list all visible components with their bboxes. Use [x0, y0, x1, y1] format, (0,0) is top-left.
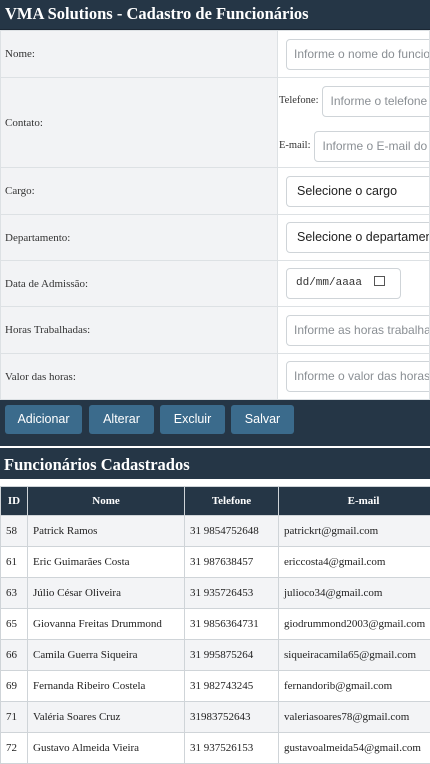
hour-value-input[interactable]: Informe o valor das horas trabalhadas — [286, 361, 430, 392]
column-header-id[interactable]: ID — [1, 487, 28, 516]
cell-name: Giovanna Freitas Drummond — [28, 609, 185, 640]
admission-date-label: Data de Admissão: — [1, 261, 278, 307]
column-header-phone[interactable]: Telefone — [185, 487, 279, 516]
cell-email: valeriasoares78@gmail.com — [279, 702, 430, 733]
cell-name: Júlio César Oliveira — [28, 578, 185, 609]
cell-phone: 31 995875264 — [185, 640, 279, 671]
column-header-name[interactable]: Nome — [28, 487, 185, 516]
column-header-email[interactable]: E-mail — [279, 487, 430, 516]
cell-phone: 31 9856364731 — [185, 609, 279, 640]
cell-name: Patrick Ramos — [28, 516, 185, 547]
cell-email: siqueiracamila65@gmail.com — [279, 640, 430, 671]
cell-id: 63 — [1, 578, 28, 609]
save-button[interactable]: Salvar — [231, 405, 294, 434]
cell-email: fernandorib@gmail.com — [279, 671, 430, 702]
email-input[interactable]: Informe o E-mail do funcionário — [314, 131, 430, 162]
page-title: VMA Solutions - Cadastro de Funcionários — [0, 0, 430, 30]
employee-form: Nome: Informe o nome do funcionário Cont… — [0, 30, 430, 400]
contact-label: Contato: — [1, 78, 278, 168]
phone-input[interactable]: Informe o telefone — [322, 86, 430, 117]
add-button[interactable]: Adicionar — [5, 405, 82, 434]
table-row[interactable]: 65Giovanna Freitas Drummond31 9856364731… — [1, 609, 430, 640]
cell-name: Fernanda Ribeiro Costela — [28, 671, 185, 702]
cell-name: Eric Guimarães Costa — [28, 547, 185, 578]
name-label: Nome: — [1, 31, 278, 78]
cell-id: 65 — [1, 609, 28, 640]
cell-phone: 31 982743245 — [185, 671, 279, 702]
hours-input[interactable]: Informe as horas trabalhadas — [286, 315, 430, 346]
cell-email: gustavoalmeida54@gmail.com — [279, 733, 430, 764]
cell-email: patrickrt@gmail.com — [279, 516, 430, 547]
table-row[interactable]: 71Valéria Soares Cruz31983752643valerias… — [1, 702, 430, 733]
cell-phone: 31 935726453 — [185, 578, 279, 609]
role-label: Cargo: — [1, 168, 278, 215]
table-row[interactable]: 61Eric Guimarães Costa31 987638457ericco… — [1, 547, 430, 578]
cell-name: Camila Guerra Siqueira — [28, 640, 185, 671]
cell-name: Gustavo Almeida Vieira — [28, 733, 185, 764]
cell-phone: 31 937526153 — [185, 733, 279, 764]
cell-id: 69 — [1, 671, 28, 702]
list-title: Funcionários Cadastrados — [0, 446, 430, 479]
cell-email: julioco34@gmail.com — [279, 578, 430, 609]
delete-button[interactable]: Excluir — [160, 405, 225, 434]
calendar-icon[interactable] — [374, 276, 385, 286]
action-toolbar: Adicionar Alterar Excluir Salvar — [0, 400, 430, 446]
cell-phone: 31 987638457 — [185, 547, 279, 578]
cell-id: 71 — [1, 702, 28, 733]
cell-phone: 31 9854752648 — [185, 516, 279, 547]
cell-name: Valéria Soares Cruz — [28, 702, 185, 733]
department-select[interactable]: Selecione o departamento — [286, 222, 430, 253]
cell-id: 58 — [1, 516, 28, 547]
employee-table: ID Nome Telefone E-mail 58Patrick Ramos3… — [0, 486, 430, 764]
department-label: Departamento: — [1, 215, 278, 261]
table-row[interactable]: 58Patrick Ramos31 9854752648patrickrt@gm… — [1, 516, 430, 547]
cell-id: 66 — [1, 640, 28, 671]
date-value: dd/mm/aaaa — [296, 277, 362, 289]
email-label: E-mail: — [279, 140, 311, 151]
table-row[interactable]: 63Júlio César Oliveira31 935726453julioc… — [1, 578, 430, 609]
table-row[interactable]: 72Gustavo Almeida Vieira31 937526153gust… — [1, 733, 430, 764]
hours-label: Horas Trabalhadas: — [1, 307, 278, 354]
cell-id: 61 — [1, 547, 28, 578]
cell-phone: 31983752643 — [185, 702, 279, 733]
name-input[interactable]: Informe o nome do funcionário — [286, 39, 430, 70]
role-select[interactable]: Selecione o cargo — [286, 176, 430, 207]
phone-label: Telefone: — [279, 95, 319, 106]
table-row[interactable]: 69Fernanda Ribeiro Costela31 982743245fe… — [1, 671, 430, 702]
cell-email: ericcosta4@gmail.com — [279, 547, 430, 578]
cell-id: 72 — [1, 733, 28, 764]
update-button[interactable]: Alterar — [89, 405, 154, 434]
admission-date-input[interactable]: dd/mm/aaaa — [286, 268, 401, 299]
cell-email: giodrummond2003@gmail.com — [279, 609, 430, 640]
table-row[interactable]: 66Camila Guerra Siqueira31 995875264siqu… — [1, 640, 430, 671]
hour-value-label: Valor das horas: — [1, 354, 278, 400]
